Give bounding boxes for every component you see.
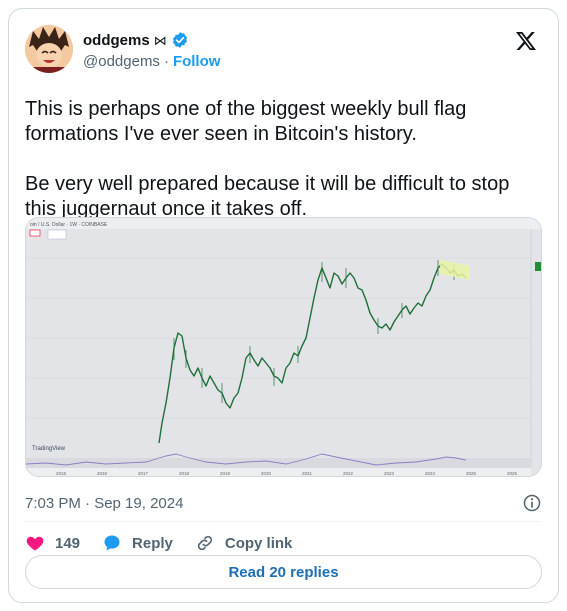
tweet-text: This is perhaps one of the biggest weekl… [25, 98, 510, 220]
follow-button[interactable]: Follow [173, 53, 221, 70]
verified-badge-icon [171, 31, 189, 49]
like-button[interactable]: 149 [25, 533, 80, 553]
chart-watermark: TradingView [32, 446, 66, 452]
reply-label: Reply [132, 534, 173, 552]
svg-text:2017: 2017 [138, 471, 149, 476]
svg-text:2022: 2022 [343, 471, 354, 476]
read-replies-button[interactable]: Read 20 replies [25, 555, 542, 589]
svg-text:2015: 2015 [56, 471, 67, 476]
chart-info-box [47, 229, 67, 240]
bitcoin-weekly-chart: oin / U.S. Dollar · 1W · COINBASE Tradin… [26, 218, 541, 476]
copy-link-button[interactable]: Copy link [195, 533, 293, 553]
svg-text:2016: 2016 [97, 471, 108, 476]
copy-link-label: Copy link [224, 534, 293, 552]
chart-symbol-label: oin / U.S. Dollar · 1W · COINBASE [30, 222, 108, 228]
chart-price-tag [29, 229, 41, 237]
divider [25, 521, 542, 522]
svg-text:2020: 2020 [261, 471, 272, 476]
timestamp-row: 7:03 PM · Sep 19, 2024 [25, 493, 542, 513]
reply-bubble-icon [104, 535, 120, 551]
author-name-row: oddgems ⋈ [83, 31, 189, 49]
like-count: 149 [55, 534, 81, 552]
display-name[interactable]: oddgems [83, 32, 150, 49]
svg-text:2021: 2021 [302, 471, 313, 476]
reply-button[interactable]: Reply [102, 533, 173, 553]
heart-icon [26, 536, 44, 551]
info-icon[interactable] [522, 493, 542, 513]
link-icon [197, 535, 213, 551]
handle[interactable]: @oddgems [83, 53, 160, 70]
svg-text:2025: 2025 [466, 471, 477, 476]
timestamp[interactable]: 7:03 PM · Sep 19, 2024 [25, 495, 183, 512]
current-price-marker [535, 262, 541, 271]
svg-text:2019: 2019 [220, 471, 231, 476]
tweet-card: oddgems ⋈ @oddgems · Follow This is perh… [8, 8, 559, 603]
handle-row: @oddgems · Follow [83, 53, 220, 70]
chart-image[interactable]: oin / U.S. Dollar · 1W · COINBASE Tradin… [25, 217, 542, 477]
svg-text:2023: 2023 [384, 471, 395, 476]
avatar[interactable] [25, 25, 73, 73]
x-logo-icon[interactable] [514, 29, 538, 53]
handle-separator: · [163, 53, 169, 70]
svg-text:2018: 2018 [179, 471, 190, 476]
bowtie-emoji: ⋈ [153, 32, 167, 48]
avatar-image [25, 25, 73, 73]
svg-text:2026: 2026 [507, 471, 518, 476]
svg-text:2024: 2024 [425, 471, 436, 476]
